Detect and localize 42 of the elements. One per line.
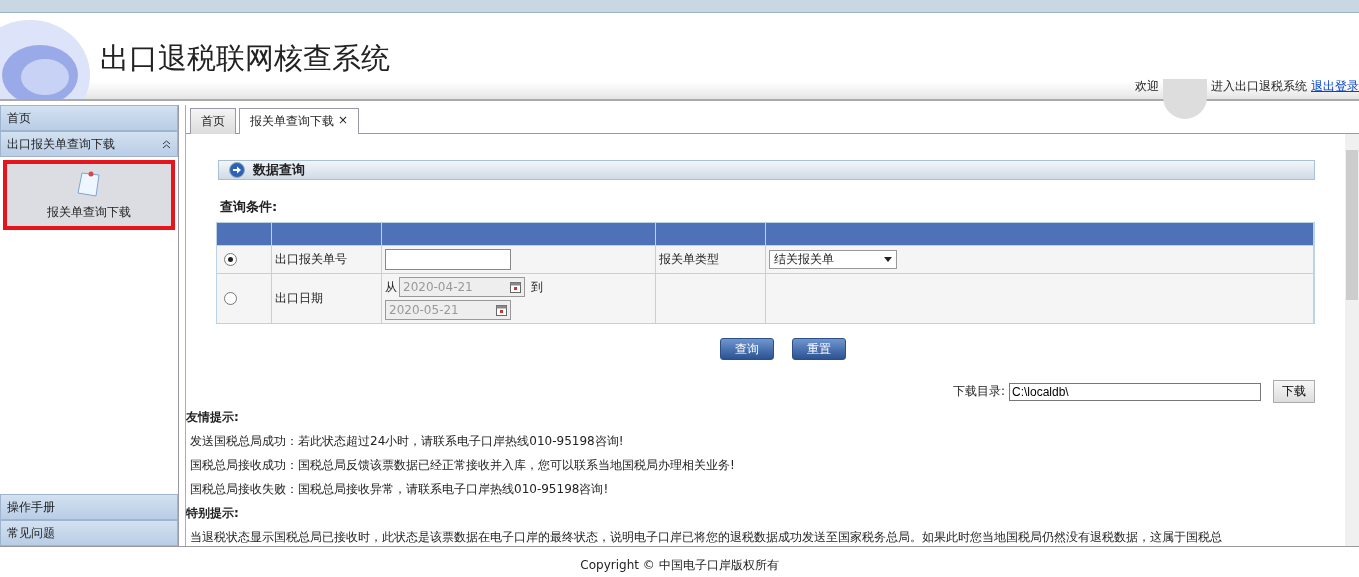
field-label: 报关单类型: [659, 251, 719, 268]
welcome-text: 进入出口退税系统: [1211, 78, 1307, 95]
from-label: 从: [385, 278, 397, 296]
radio-button[interactable]: [224, 253, 237, 266]
calendar-icon[interactable]: [510, 281, 521, 293]
accordion-header[interactable]: 常见问题: [0, 520, 178, 546]
input-field[interactable]: [385, 249, 511, 270]
caret-icon: [884, 257, 892, 262]
note-icon: [76, 169, 102, 198]
tip-text: 发送国税总局成功：若此状态超过24小时，请联系电子口岸热线010-95198咨询!: [189, 433, 625, 450]
tips-heading: 特别提示:: [186, 505, 240, 522]
to-label: 到: [531, 278, 543, 296]
section-title-bar: 数据查询: [218, 160, 1315, 180]
arrow-circle-icon: [229, 162, 245, 178]
tips-heading: 友情提示:: [186, 409, 240, 426]
type-dropdown[interactable]: 结关报关单: [769, 250, 897, 269]
criteria-heading: 查询条件:: [220, 198, 279, 216]
page-tab[interactable]: 报关单查询下载 ×: [239, 108, 360, 134]
collapse-chevron-icon[interactable]: [162, 139, 171, 149]
sidebar-menu-item[interactable]: 报关单查询下载: [3, 160, 175, 230]
scrollbar[interactable]: [1345, 134, 1359, 546]
page-tab[interactable]: 首页: [190, 108, 236, 134]
welcome-text: 欢迎: [1135, 78, 1159, 95]
calendar-icon[interactable]: [496, 304, 507, 316]
field-label: 出口日期: [275, 290, 323, 307]
download-dir-label: 下载目录:: [952, 383, 1005, 400]
accordion-header[interactable]: 出口报关单查询下载: [0, 131, 178, 157]
logout-link[interactable]: 退出登录: [1311, 78, 1359, 95]
field-label: 出口报关单号: [275, 251, 347, 268]
accordion-header[interactable]: 首页: [0, 105, 178, 131]
download-button[interactable]: 下载: [1273, 380, 1315, 403]
accordion-header[interactable]: 操作手册: [0, 494, 178, 520]
action-button[interactable]: 重置: [791, 338, 846, 360]
tip-text: 当退税状态显示国税总局已接收时，此状态是该票数据在电子口岸的最终状态，说明电子口岸已将您的退税数据成功发送至国家税务总局。如果此时您当地国税局仍然没有退税数据，这属于国税总: [189, 529, 1223, 546]
blurred-username: [1163, 78, 1207, 119]
system-title: 出口退税联网核查系统: [100, 40, 390, 77]
download-dir-field[interactable]: C:\localdb\: [1009, 382, 1261, 401]
copyright-text: Copyright © 中国电子口岸版权所有: [0, 546, 1359, 577]
tip-text: 国税总局接收失败：国税总局接收异常，请联系电子口岸热线010-95198咨询!: [189, 481, 610, 498]
action-button[interactable]: 查询: [719, 338, 774, 360]
radio-button[interactable]: [224, 292, 237, 305]
tip-text: 国税总局接收成功：国税总局反馈该票数据已经正常接收并入库，您可以联系当地国税局办理相关业务!: [189, 457, 736, 474]
